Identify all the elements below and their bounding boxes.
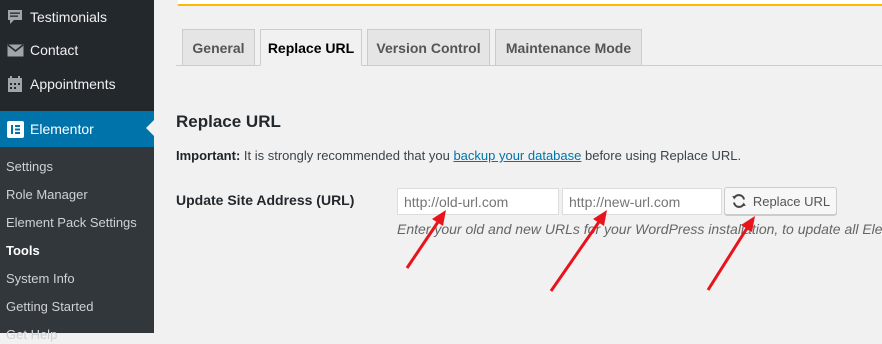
admin-sidebar: Testimonials Contact Appointments Elemen… bbox=[0, 0, 154, 342]
elementor-icon bbox=[5, 119, 25, 139]
sidebar-item-contact[interactable]: Contact bbox=[0, 33, 154, 67]
tab-maintenance-mode[interactable]: Maintenance Mode bbox=[495, 29, 642, 65]
old-url-input[interactable] bbox=[397, 188, 559, 215]
important-text-after: before using Replace URL. bbox=[581, 148, 742, 163]
active-menu-indicator bbox=[146, 120, 154, 136]
important-notice: Important: It is strongly recommended th… bbox=[176, 148, 741, 163]
tab-replace-url[interactable]: Replace URL bbox=[260, 29, 362, 66]
sidebar-item-label: Testimonials bbox=[30, 9, 108, 25]
elementor-submenu: Settings Role Manager Element Pack Setti… bbox=[0, 147, 154, 342]
important-label: Important: bbox=[176, 148, 241, 163]
sidebar-item-label: Contact bbox=[30, 42, 79, 58]
sidebar-item-elementor[interactable]: Elementor bbox=[0, 111, 154, 147]
field-description: Enter your old and new URLs for your Wor… bbox=[397, 221, 882, 237]
submenu-item-system-info[interactable]: System Info bbox=[6, 270, 75, 288]
tab-version-control[interactable]: Version Control bbox=[367, 29, 490, 65]
new-url-input[interactable] bbox=[562, 188, 722, 215]
submenu-item-element-pack-settings[interactable]: Element Pack Settings bbox=[6, 214, 137, 232]
sidebar-item-label: Elementor bbox=[30, 121, 94, 137]
submenu-item-tools[interactable]: Tools bbox=[6, 242, 40, 260]
calendar-icon bbox=[5, 74, 25, 94]
submenu-item-get-help[interactable]: Get Help bbox=[6, 326, 57, 344]
important-text-before: It is strongly recommended that you bbox=[240, 148, 454, 163]
testimonial-icon bbox=[5, 7, 25, 27]
section-title: Replace URL bbox=[176, 112, 281, 131]
sidebar-item-appointments[interactable]: Appointments bbox=[0, 67, 154, 101]
arrow-to-old-url bbox=[405, 210, 446, 269]
tab-general[interactable]: General bbox=[182, 29, 255, 65]
refresh-icon bbox=[731, 193, 747, 209]
replace-url-button-label: Replace URL bbox=[752, 193, 831, 209]
replace-url-button[interactable]: Replace URL bbox=[724, 187, 837, 215]
sidebar-item-testimonials[interactable]: Testimonials bbox=[0, 0, 154, 34]
admin-notice bbox=[178, 0, 882, 6]
sidebar-item-label: Appointments bbox=[30, 76, 116, 92]
submenu-item-role-manager[interactable]: Role Manager bbox=[6, 186, 88, 204]
submenu-item-settings[interactable]: Settings bbox=[6, 158, 53, 176]
backup-database-link[interactable]: backup your database bbox=[453, 148, 581, 163]
mail-icon bbox=[5, 40, 25, 60]
update-site-address-label: Update Site Address (URL) bbox=[176, 192, 355, 208]
submenu-item-getting-started[interactable]: Getting Started bbox=[6, 298, 93, 316]
